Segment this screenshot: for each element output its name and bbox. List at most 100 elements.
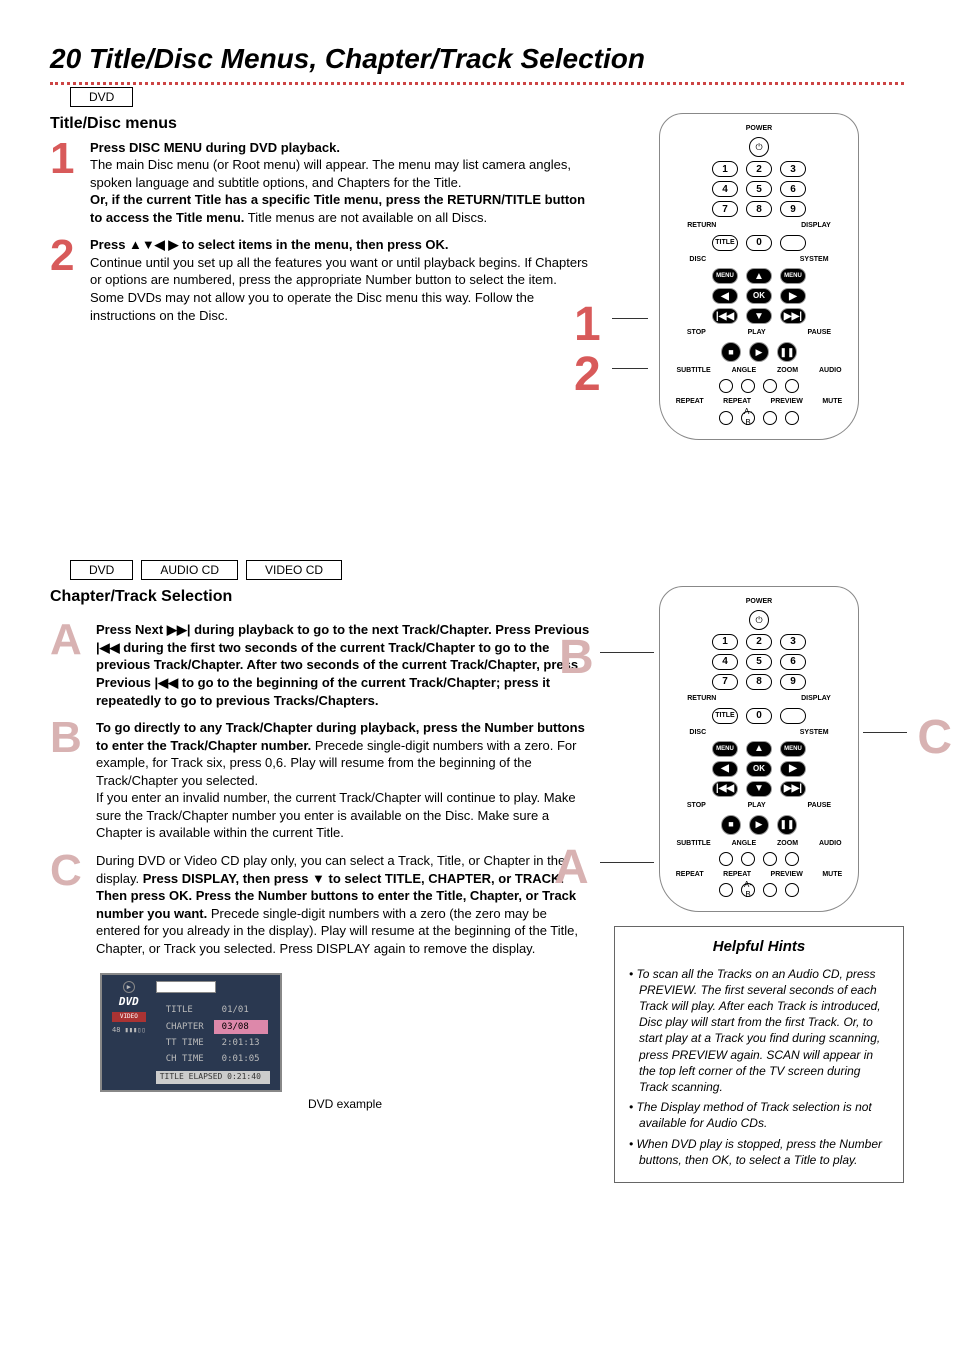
btn2-8[interactable]: 8 <box>746 674 772 690</box>
btn-title[interactable]: TITLE <box>712 235 738 251</box>
subtitle-label: SUBTITLE <box>676 366 710 375</box>
btn-angle[interactable] <box>741 379 755 393</box>
btn-system-menu[interactable]: MENU <box>780 268 806 284</box>
btn2-2[interactable]: 2 <box>746 634 772 650</box>
btn-disc-menu[interactable]: MENU <box>712 268 738 284</box>
tag-row-section2: DVD AUDIO CD VIDEO CD <box>70 560 904 580</box>
btn-9[interactable]: 9 <box>780 201 806 217</box>
helpful-hints: Helpful Hints To scan all the Tracks on … <box>614 926 904 1183</box>
btn2-title[interactable]: TITLE <box>712 708 738 724</box>
btn-down[interactable]: ▼ <box>746 308 772 324</box>
power-button[interactable]: ⏻ <box>749 137 769 157</box>
btn-ok[interactable]: OK <box>746 288 772 304</box>
btn2-audio[interactable] <box>785 852 799 866</box>
btn-audio[interactable] <box>785 379 799 393</box>
hint-item: To scan all the Tracks on an Audio CD, p… <box>629 966 889 1096</box>
btn-right[interactable]: ▶ <box>780 288 806 304</box>
remote-diagram-2: B A C POWER ⏻ 1 2 3 4 5 6 <box>614 586 904 913</box>
audio-label-2: AUDIO <box>819 839 842 848</box>
btn2-angle[interactable] <box>741 852 755 866</box>
disc-label-2: DISC <box>689 728 706 737</box>
btn2-left[interactable]: ◀ <box>712 761 738 777</box>
btn2-subtitle[interactable] <box>719 852 733 866</box>
osd-chapter-label: CHAPTER <box>158 1020 212 1034</box>
callout-line-a <box>600 862 654 863</box>
btn-up[interactable]: ▲ <box>746 268 772 284</box>
btn2-1[interactable]: 1 <box>712 634 738 650</box>
btn-repeat[interactable] <box>719 411 733 425</box>
btn2-down[interactable]: ▼ <box>746 781 772 797</box>
system-label-2: SYSTEM <box>800 728 829 737</box>
btn-2[interactable]: 2 <box>746 161 772 177</box>
btn2-mute[interactable] <box>785 883 799 897</box>
display-label: DISPLAY <box>801 221 831 230</box>
btn2-ok[interactable]: OK <box>746 761 772 777</box>
btn2-system-menu[interactable]: MENU <box>780 741 806 757</box>
btn2-zoom[interactable] <box>763 852 777 866</box>
power-label: POWER <box>666 124 852 133</box>
btn-subtitle[interactable] <box>719 379 733 393</box>
btn-left[interactable]: ◀ <box>712 288 738 304</box>
btn-next[interactable]: ▶▶| <box>780 308 806 324</box>
angle-label-2: ANGLE <box>732 839 757 848</box>
btn-pause[interactable]: ❚❚ <box>777 342 797 362</box>
btn-display[interactable] <box>780 235 806 251</box>
btn-play[interactable]: ▶ <box>749 342 769 362</box>
btn2-stop[interactable]: ■ <box>721 815 741 835</box>
disc-label: DISC <box>689 255 706 264</box>
section-title-disc: Title/Disc menus 1 Press DISC MENU durin… <box>50 113 904 440</box>
btn-4[interactable]: 4 <box>712 181 738 197</box>
btn2-6[interactable]: 6 <box>780 654 806 670</box>
osd-footer: TITLE ELAPSED 0:21:40 <box>156 1071 270 1084</box>
btn-3[interactable]: 3 <box>780 161 806 177</box>
btn-zoom[interactable] <box>763 379 777 393</box>
btn2-next[interactable]: ▶▶| <box>780 781 806 797</box>
dotted-rule <box>50 82 904 85</box>
btn2-0[interactable]: 0 <box>746 708 772 724</box>
btn2-play[interactable]: ▶ <box>749 815 769 835</box>
osd-dvd-logo: DVD <box>112 995 146 1010</box>
btn-stop[interactable]: ■ <box>721 342 741 362</box>
btn-0[interactable]: 0 <box>746 235 772 251</box>
btn2-preview[interactable] <box>763 883 777 897</box>
system-label: SYSTEM <box>800 255 829 264</box>
btn-6[interactable]: 6 <box>780 181 806 197</box>
step1-body: The main Disc menu (or Root menu) will a… <box>90 156 590 191</box>
btn-repeat-ab[interactable]: A-B <box>741 411 755 425</box>
step1-body2: Title menus are not available on all Dis… <box>248 210 487 225</box>
btn2-disc-menu[interactable]: MENU <box>712 741 738 757</box>
btn2-up[interactable]: ▲ <box>746 741 772 757</box>
btn2-4[interactable]: 4 <box>712 654 738 670</box>
page-title: 20 Title/Disc Menus, Chapter/Track Selec… <box>50 40 904 78</box>
callout-a: A <box>554 836 589 901</box>
power-button-2[interactable]: ⏻ <box>749 610 769 630</box>
btn-5[interactable]: 5 <box>746 181 772 197</box>
return-label: RETURN <box>687 221 716 230</box>
section-chapter-track: Chapter/Track Selection A Press Next ▶▶|… <box>50 586 904 1183</box>
btn2-7[interactable]: 7 <box>712 674 738 690</box>
btn2-right[interactable]: ▶ <box>780 761 806 777</box>
btn2-prev[interactable]: |◀◀ <box>712 781 738 797</box>
btn2-pause[interactable]: ❚❚ <box>777 815 797 835</box>
step-letter-b: B <box>50 719 88 842</box>
step-b: B To go directly to any Track/Chapter du… <box>50 719 590 842</box>
audio-label: AUDIO <box>819 366 842 375</box>
repeat-label-2: REPEAT <box>676 870 704 879</box>
remote-diagram-1: 1 2 POWER ⏻ 1 2 3 4 5 6 7 <box>614 113 904 440</box>
btn-prev[interactable]: |◀◀ <box>712 308 738 324</box>
btn-mute[interactable] <box>785 411 799 425</box>
remote-control: POWER ⏻ 1 2 3 4 5 6 7 8 9 RETURN DISPLAY <box>659 113 859 440</box>
btn2-9[interactable]: 9 <box>780 674 806 690</box>
btn-8[interactable]: 8 <box>746 201 772 217</box>
btn-7[interactable]: 7 <box>712 201 738 217</box>
osd-quality: 48 <box>112 1026 120 1034</box>
btn2-repeat[interactable] <box>719 883 733 897</box>
btn-1[interactable]: 1 <box>712 161 738 177</box>
btn2-repeat-ab[interactable]: A-B <box>741 883 755 897</box>
btn2-display[interactable] <box>780 708 806 724</box>
osd-title-value: 01/01 <box>214 1003 268 1017</box>
btn-preview[interactable] <box>763 411 777 425</box>
stepA-lead: Press Next ▶▶| during playback to go to … <box>96 622 589 707</box>
btn2-3[interactable]: 3 <box>780 634 806 650</box>
btn2-5[interactable]: 5 <box>746 654 772 670</box>
